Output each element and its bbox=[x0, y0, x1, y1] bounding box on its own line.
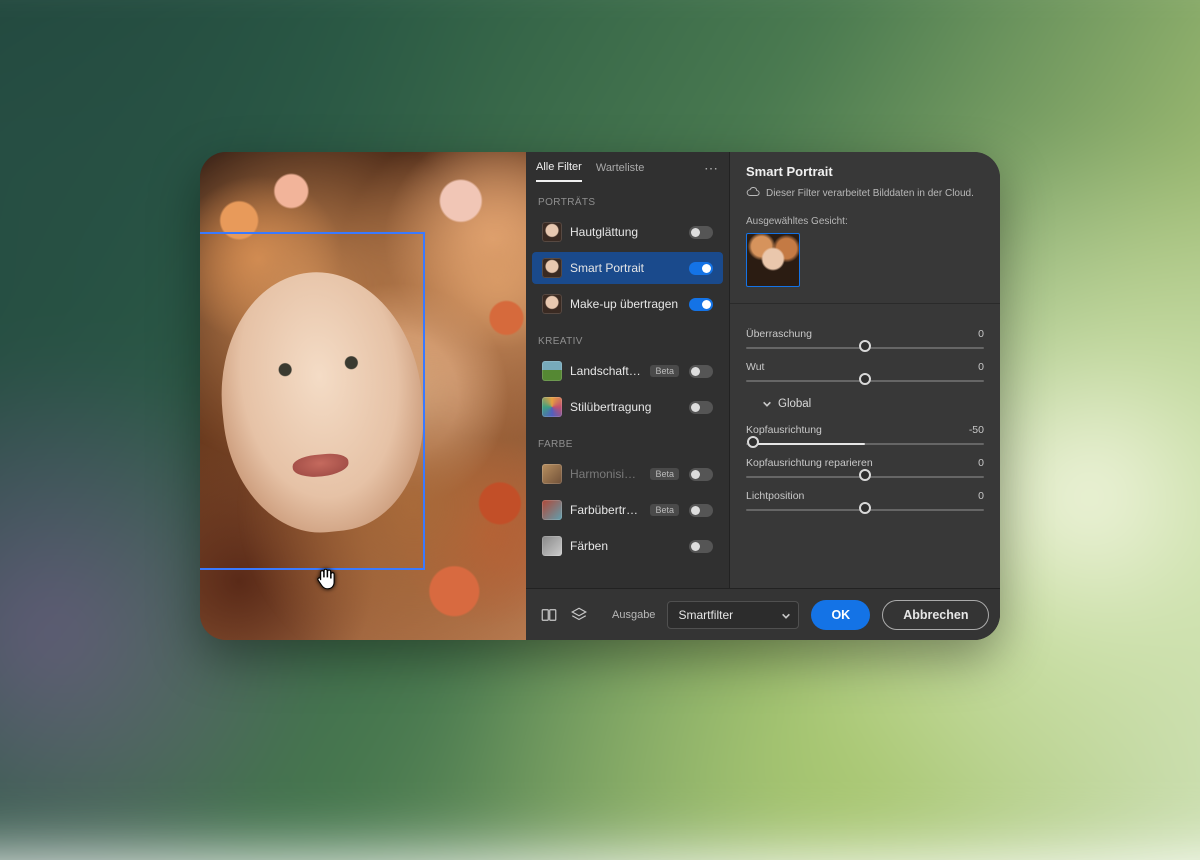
filter-thumb-icon bbox=[542, 397, 562, 417]
slider-track[interactable] bbox=[746, 476, 984, 478]
slider-knob[interactable] bbox=[859, 340, 871, 352]
filter-landscape-mixer[interactable]: Landschaftsmi... Beta bbox=[532, 355, 723, 387]
tab-all-filters[interactable]: Alle Filter bbox=[536, 161, 582, 182]
cloud-icon bbox=[746, 185, 760, 202]
slider-fill bbox=[753, 443, 865, 445]
slider-value: 0 bbox=[978, 361, 984, 373]
beta-badge: Beta bbox=[650, 468, 679, 480]
detail-title: Smart Portrait bbox=[746, 164, 984, 179]
filter-thumb-icon bbox=[542, 464, 562, 484]
slider-label: Überraschung bbox=[746, 328, 812, 340]
chevron-down-icon bbox=[762, 399, 772, 409]
selected-face-label: Ausgewähltes Gesicht: bbox=[746, 216, 984, 227]
filter-thumb-icon bbox=[542, 500, 562, 520]
toggle-skin-smoothing[interactable] bbox=[689, 226, 713, 239]
layers-icon[interactable] bbox=[570, 604, 588, 626]
more-menu-icon[interactable]: ⋯ bbox=[704, 160, 719, 183]
toggle-harmonization[interactable] bbox=[689, 468, 713, 481]
filter-label: Make-up übertragen bbox=[570, 297, 681, 311]
slider-label: Kopfausrichtung bbox=[746, 424, 822, 436]
ok-button[interactable]: OK bbox=[811, 600, 870, 630]
slider-light-position: Lichtposition 0 bbox=[746, 490, 984, 511]
filter-label: Smart Portrait bbox=[570, 261, 681, 275]
toggle-smart-portrait[interactable] bbox=[689, 262, 713, 275]
section-portraits: PORTRÄTS bbox=[526, 183, 729, 214]
slider-label: Wut bbox=[746, 361, 764, 373]
filter-detail-panel: Smart Portrait Dieser Filter verarbeitet… bbox=[730, 152, 1000, 640]
neural-filters-dialog: Alle Filter Warteliste ⋯ PORTRÄTS Hautgl… bbox=[200, 152, 1000, 640]
toggle-color-transfer[interactable] bbox=[689, 504, 713, 517]
divider bbox=[730, 303, 1000, 304]
cloud-notice: Dieser Filter verarbeitet Bilddaten in d… bbox=[746, 185, 984, 202]
slider-knob[interactable] bbox=[859, 469, 871, 481]
slider-value: -50 bbox=[969, 424, 984, 436]
selected-face-thumbnail[interactable] bbox=[746, 233, 800, 287]
slider-track[interactable] bbox=[746, 443, 984, 445]
toggle-colorize[interactable] bbox=[689, 540, 713, 553]
beta-badge: Beta bbox=[650, 504, 679, 516]
slider-surprise: Überraschung 0 bbox=[746, 328, 984, 349]
hand-tool-cursor-icon bbox=[312, 564, 338, 594]
slider-label: Kopfausrichtung reparieren bbox=[746, 457, 873, 469]
filter-label: Landschaftsmi... bbox=[570, 364, 642, 378]
cancel-button[interactable]: Abbrechen bbox=[882, 600, 989, 630]
slider-track[interactable] bbox=[746, 509, 984, 511]
filter-label: Farbübertragung bbox=[570, 503, 642, 517]
filter-label: Harmonisierung bbox=[570, 467, 642, 481]
slider-head-direction: Kopfausrichtung -50 bbox=[746, 424, 984, 445]
tab-waitlist[interactable]: Warteliste bbox=[596, 162, 645, 181]
filter-tabs: Alle Filter Warteliste ⋯ bbox=[526, 152, 729, 183]
chevron-down-icon bbox=[781, 611, 791, 621]
filter-smart-portrait[interactable]: Smart Portrait bbox=[532, 252, 723, 284]
slider-knob[interactable] bbox=[859, 502, 871, 514]
filter-colorize[interactable]: Färben bbox=[532, 530, 723, 562]
output-select[interactable]: Smartfilter bbox=[667, 601, 799, 629]
slider-knob[interactable] bbox=[747, 436, 759, 448]
filter-style-transfer[interactable]: Stilübertragung bbox=[532, 391, 723, 423]
filter-label: Stilübertragung bbox=[570, 400, 681, 414]
dialog-footer: Ausgabe Smartfilter OK Abbrechen bbox=[526, 588, 1000, 640]
slider-track[interactable] bbox=[746, 347, 984, 349]
section-color: FARBE bbox=[526, 425, 729, 456]
filter-skin-smoothing[interactable]: Hautglättung bbox=[532, 216, 723, 248]
filter-makeup-transfer[interactable]: Make-up übertragen bbox=[532, 288, 723, 320]
slider-fix-head-direction: Kopfausrichtung reparieren 0 bbox=[746, 457, 984, 478]
slider-value: 0 bbox=[978, 457, 984, 469]
filter-list-panel: Alle Filter Warteliste ⋯ PORTRÄTS Hautgl… bbox=[526, 152, 730, 640]
slider-track[interactable] bbox=[746, 380, 984, 382]
group-label: Global bbox=[778, 398, 811, 410]
toggle-makeup-transfer[interactable] bbox=[689, 298, 713, 311]
toggle-style-transfer[interactable] bbox=[689, 401, 713, 414]
detail-header: Smart Portrait Dieser Filter verarbeitet… bbox=[730, 152, 1000, 208]
before-after-icon[interactable] bbox=[540, 604, 558, 626]
filter-thumb-icon bbox=[542, 258, 562, 278]
filter-thumb-icon bbox=[542, 222, 562, 242]
slider-value: 0 bbox=[978, 490, 984, 502]
filter-harmonization[interactable]: Harmonisierung Beta bbox=[532, 458, 723, 490]
filter-label: Hautglättung bbox=[570, 225, 681, 239]
slider-label: Lichtposition bbox=[746, 490, 804, 502]
slider-value: 0 bbox=[978, 328, 984, 340]
section-creative: KREATIV bbox=[526, 322, 729, 353]
beta-badge: Beta bbox=[650, 365, 679, 377]
filter-label: Färben bbox=[570, 539, 681, 553]
image-preview[interactable] bbox=[200, 152, 526, 640]
output-label: Ausgabe bbox=[612, 609, 655, 621]
filter-thumb-icon bbox=[542, 294, 562, 314]
toggle-landscape-mixer[interactable] bbox=[689, 365, 713, 378]
slider-knob[interactable] bbox=[859, 373, 871, 385]
slider-anger: Wut 0 bbox=[746, 361, 984, 382]
filter-thumb-icon bbox=[542, 361, 562, 381]
group-global[interactable]: Global bbox=[746, 388, 984, 412]
filter-thumb-icon bbox=[542, 536, 562, 556]
cloud-notice-text: Dieser Filter verarbeitet Bilddaten in d… bbox=[766, 188, 974, 199]
filter-color-transfer[interactable]: Farbübertragung Beta bbox=[532, 494, 723, 526]
output-select-value: Smartfilter bbox=[678, 608, 733, 622]
